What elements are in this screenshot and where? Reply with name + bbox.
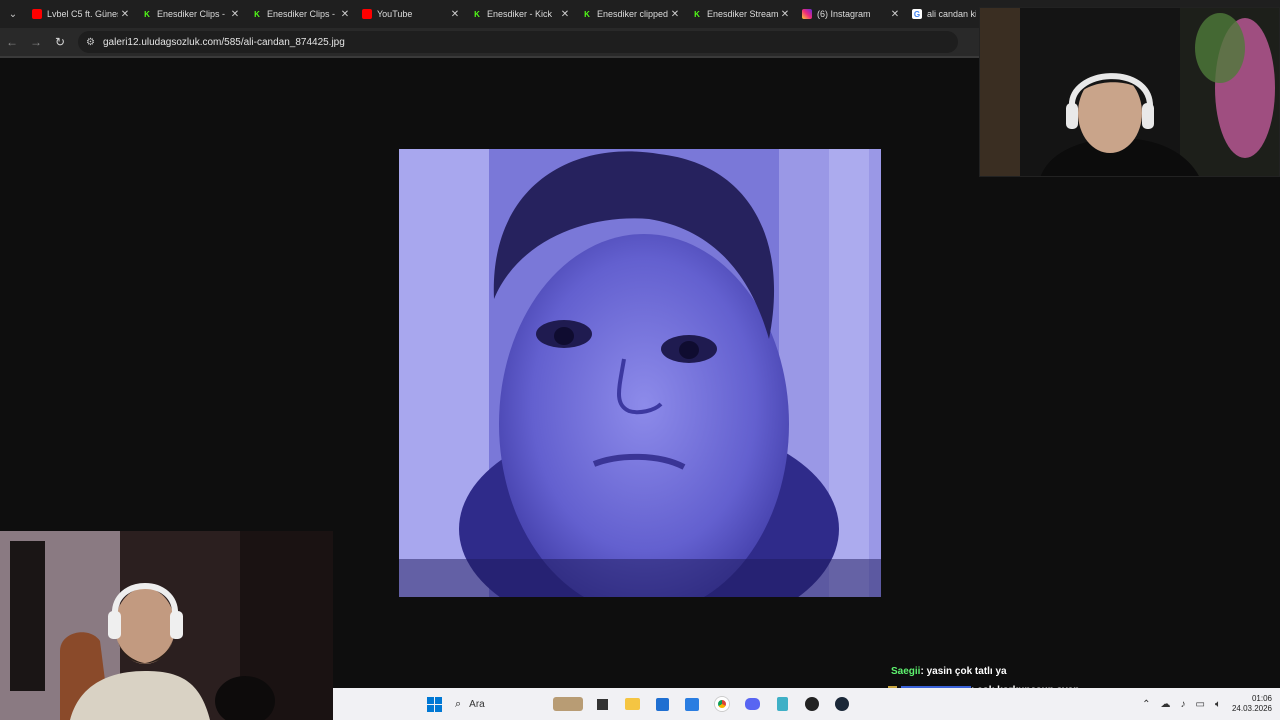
kick-icon: K: [144, 9, 150, 19]
chrome-icon[interactable]: [707, 688, 737, 720]
network-icon[interactable]: ▭: [1196, 699, 1205, 710]
tab-title: Enesdiker clipped: [597, 9, 668, 19]
tab-search-icon[interactable]: ⌄: [0, 0, 26, 28]
windows-taskbar: ⌕ Ara ⌃ ☁ ♪ ▭ 🔈︎ 01:06 24.03.2026: [333, 688, 1280, 720]
streamer-webcam-bottom: [0, 531, 333, 720]
notepad-icon[interactable]: [767, 688, 797, 720]
clock-time: 01:06: [1251, 694, 1272, 703]
chevron-up-icon[interactable]: ⌃: [1142, 699, 1150, 710]
url-text: galeri12.uludagsozluk.com/585/ali-candan…: [102, 36, 345, 48]
mail-icon: [685, 697, 699, 711]
tab-title: Enesdiker Stream: [707, 9, 778, 19]
tab-kick-clips-1[interactable]: K Enesdiker Clips - ✕: [136, 0, 246, 28]
tab-youtube[interactable]: YouTube ✕: [356, 0, 466, 28]
task-view-square-icon: [596, 698, 608, 710]
tab-kick-stream[interactable]: K Enesdiker Stream ✕: [686, 0, 796, 28]
tab-google-search[interactable]: G ali candan ki: [906, 0, 976, 28]
youtube-icon: [32, 9, 42, 19]
kick-icon: K: [584, 9, 590, 19]
screen: ⌄ Lvbel C5 ft. Güneş ✕ K Enesdiker Clips…: [0, 0, 1280, 720]
tab-title: Enesdiker - Kick: [487, 9, 553, 19]
tab-title: (6) Instagram: [817, 9, 871, 19]
close-icon[interactable]: ✕: [228, 9, 242, 20]
tab-kick-clipped[interactable]: K Enesdiker clipped ✕: [576, 0, 686, 28]
store-bag-icon: [655, 697, 669, 711]
tab-title: Lvbel C5 ft. Güneş: [47, 9, 118, 19]
tab-title: YouTube: [377, 9, 413, 19]
windows-logo-icon: [426, 696, 442, 712]
close-icon[interactable]: ✕: [558, 9, 572, 20]
site-settings-icon[interactable]: ⚙: [86, 37, 95, 48]
discord-icon[interactable]: [737, 688, 767, 720]
task-view-icon[interactable]: [587, 688, 617, 720]
obs-icon[interactable]: [797, 688, 827, 720]
file-explorer-icon[interactable]: [617, 688, 647, 720]
tab-youtube-lvbel[interactable]: Lvbel C5 ft. Güneş ✕: [26, 0, 136, 28]
viewed-image[interactable]: [399, 149, 881, 597]
close-icon[interactable]: ✕: [448, 9, 462, 20]
clock[interactable]: 01:06 24.03.2026: [1232, 694, 1272, 714]
reload-icon[interactable]: ↻: [48, 28, 72, 56]
outlook-icon[interactable]: [677, 688, 707, 720]
close-icon[interactable]: ✕: [338, 9, 352, 20]
clock-date: 24.03.2026: [1231, 704, 1272, 713]
close-icon[interactable]: ✕: [118, 9, 132, 20]
steam-logo-icon: [835, 697, 849, 711]
chat-message: Saegii: yasin çok tatlı ya: [891, 666, 1007, 677]
close-icon[interactable]: ✕: [668, 9, 682, 20]
folder-icon: [624, 698, 640, 710]
forward-arrow-icon[interactable]: →: [24, 28, 48, 56]
child-portrait-image: [399, 149, 881, 597]
obs-logo-icon: [805, 697, 819, 711]
widgets-icon[interactable]: [549, 688, 587, 720]
chrome-logo-icon: [715, 697, 729, 711]
notes-icon: [776, 697, 788, 711]
address-bar[interactable]: ⚙ galeri12.uludagsozluk.com/585/ali-cand…: [78, 31, 958, 53]
tab-title: ali candan ki: [927, 9, 976, 19]
microsoft-store-icon[interactable]: [647, 688, 677, 720]
volume-icon[interactable]: 🔈︎: [1215, 699, 1221, 710]
streamer-webcam-top: [979, 7, 1280, 177]
tab-kick-channel[interactable]: K Enesdiker - Kick ✕: [466, 0, 576, 28]
chat-username: Saegii: [891, 666, 921, 677]
kick-icon: K: [254, 9, 260, 19]
kick-icon: K: [694, 9, 700, 19]
system-tray: ⌃ ☁ ♪ ▭ 🔈︎ 01:06 24.03.2026: [1137, 688, 1280, 720]
microphone-icon[interactable]: ♪: [1181, 699, 1186, 710]
close-icon[interactable]: ✕: [888, 9, 902, 20]
steam-icon[interactable]: [827, 688, 857, 720]
start-windows-icon[interactable]: [419, 688, 449, 720]
chat-text: : yasin çok tatlı ya: [920, 666, 1007, 677]
youtube-icon: [362, 9, 372, 19]
search-placeholder: Ara: [469, 698, 485, 710]
tab-kick-clips-2[interactable]: K Enesdiker Clips - ✕: [246, 0, 356, 28]
close-icon[interactable]: ✕: [778, 9, 792, 20]
webcam-feed-image: [980, 8, 1279, 176]
tab-title: Enesdiker Clips -: [157, 9, 226, 19]
webcam-feed-image: [0, 531, 333, 720]
tab-instagram[interactable]: (6) Instagram ✕: [796, 0, 906, 28]
widgets-thumbnail-icon: [553, 697, 583, 711]
back-arrow-icon[interactable]: ←: [0, 28, 24, 56]
kick-icon: K: [474, 9, 480, 19]
search-icon: ⌕: [455, 697, 462, 710]
google-icon: G: [912, 9, 922, 19]
onedrive-icon[interactable]: ☁: [1161, 699, 1171, 710]
instagram-icon: [802, 9, 812, 19]
tab-title: Enesdiker Clips -: [267, 9, 336, 19]
taskbar-search[interactable]: ⌕ Ara: [449, 688, 549, 720]
discord-logo-icon: [744, 698, 760, 710]
